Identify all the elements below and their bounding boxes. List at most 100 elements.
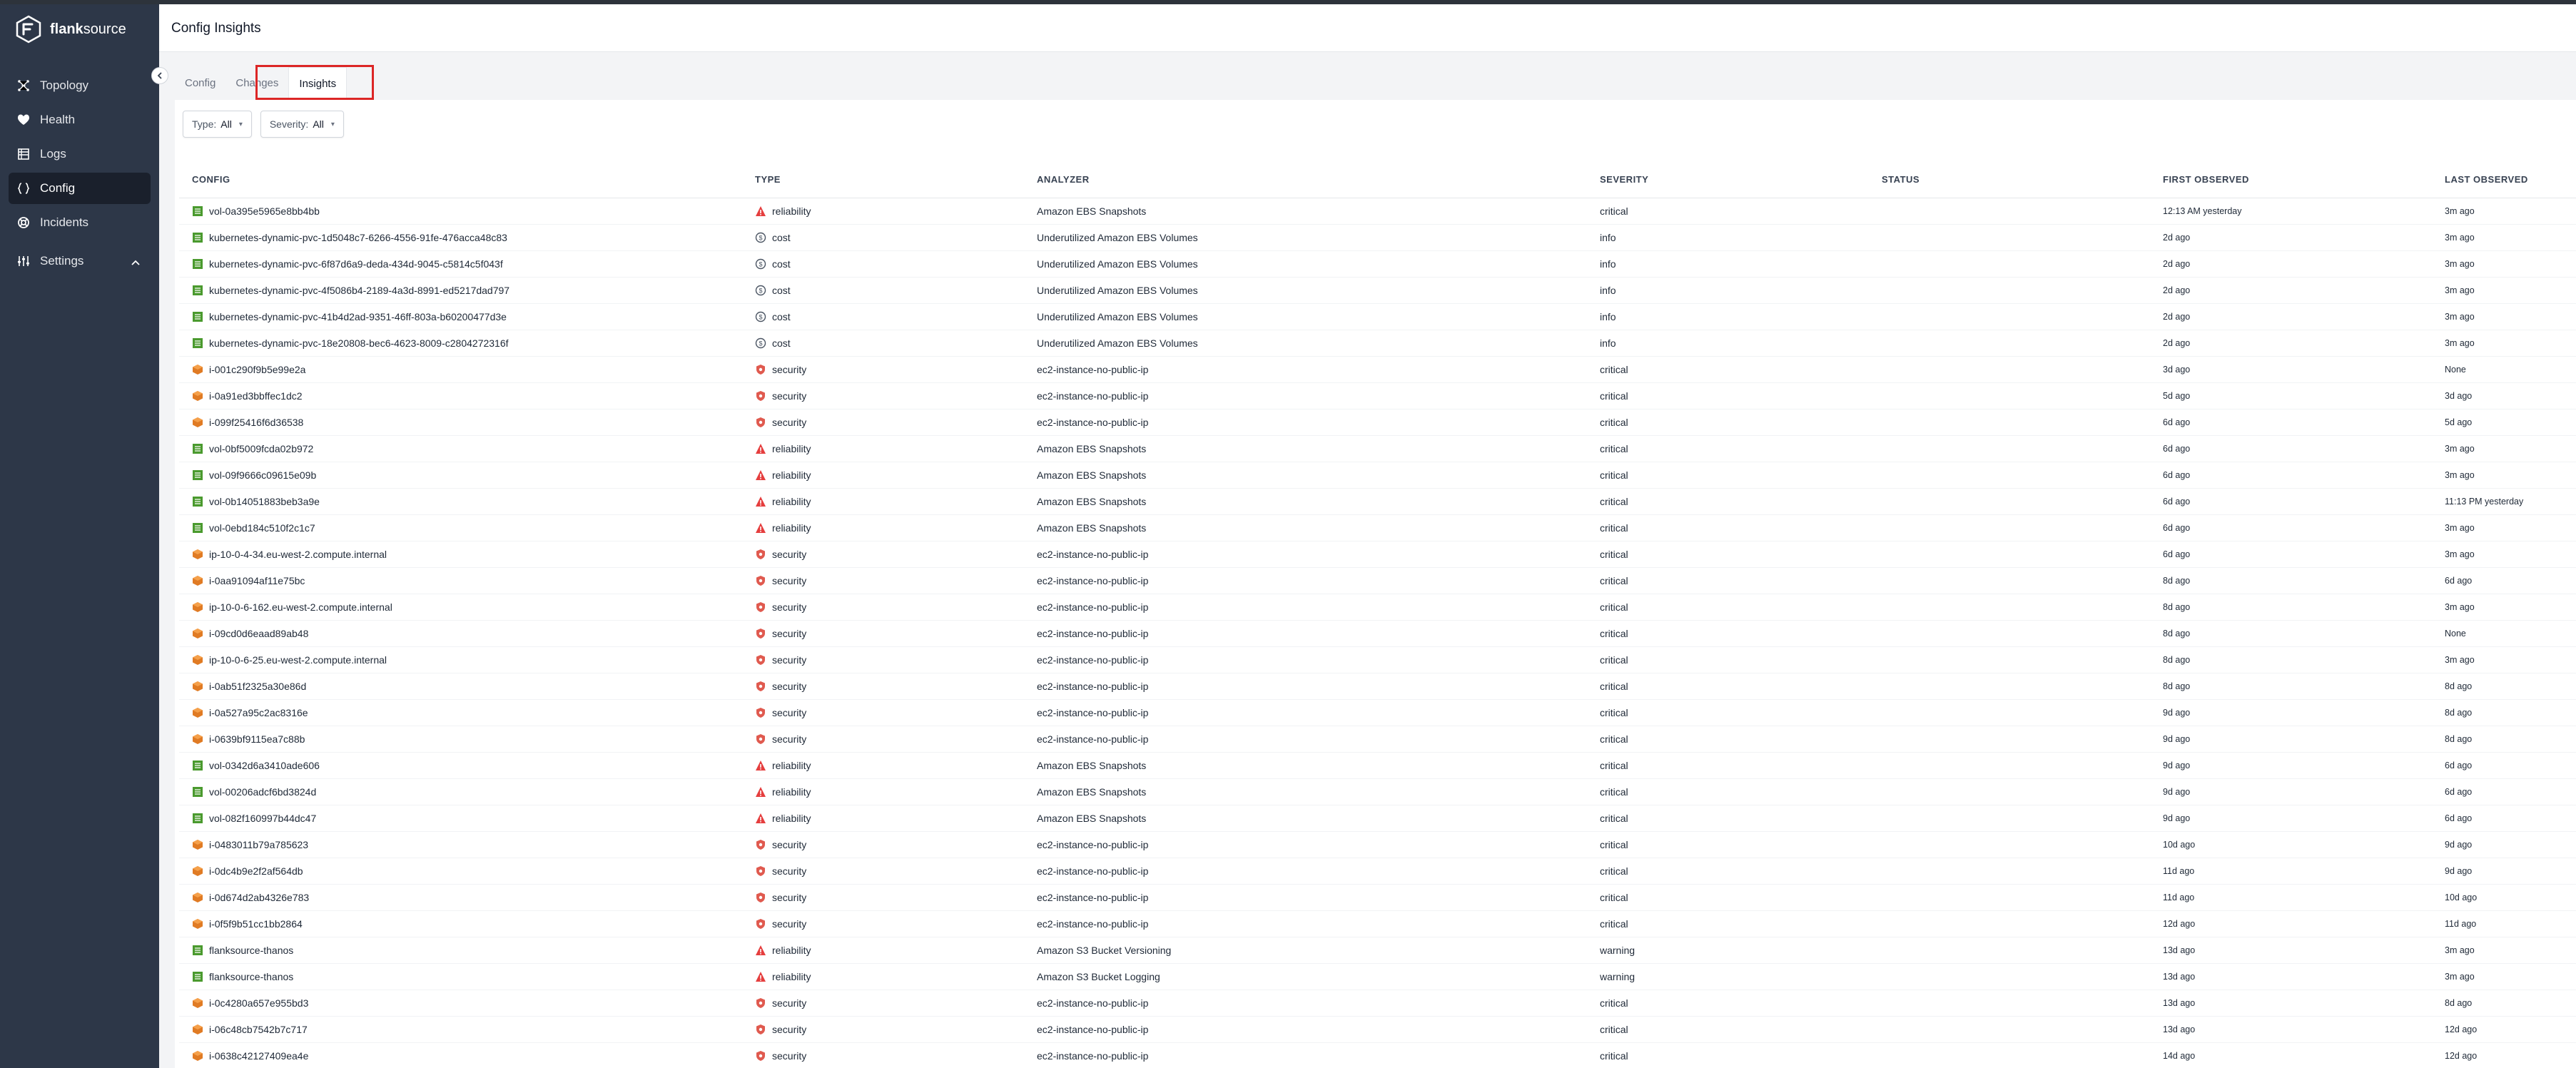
config-cell[interactable]: vol-082f160997b44dc47 — [179, 805, 742, 832]
last-observed-cell: 3m ago — [2432, 594, 2576, 621]
config-cell[interactable]: vol-0bf5009fcda02b972 — [179, 435, 742, 462]
severity-cell: critical — [1587, 409, 1869, 436]
chevron-up-icon[interactable] — [131, 255, 141, 270]
config-cell[interactable]: i-06c48cb7542b7c717 — [179, 1016, 742, 1043]
config-cell[interactable]: vol-0b14051883beb3a9e — [179, 488, 742, 515]
config-cell[interactable]: flanksource-thanos — [179, 937, 742, 964]
last-observed-cell: 8d ago — [2432, 990, 2576, 1017]
sidebar-item-topology[interactable]: Topology — [9, 70, 151, 101]
type-filter[interactable]: Type: All ▾ — [183, 111, 252, 138]
status-cell — [1869, 224, 2150, 251]
config-cell[interactable]: kubernetes-dynamic-pvc-1d5048c7-6266-455… — [179, 224, 742, 251]
table-row[interactable]: i-001c290f9b5e99e2a security ec2-instance-… — [179, 356, 2576, 383]
type-label: security — [772, 733, 807, 745]
column-header-analyzer[interactable]: ANALYZER — [1024, 161, 1587, 198]
table-row[interactable]: i-0a527a95c2ac8316e security ec2-instance-… — [179, 699, 2576, 726]
config-cell[interactable]: i-0a527a95c2ac8316e — [179, 699, 742, 726]
severity-filter[interactable]: Severity: All ▾ — [260, 111, 344, 138]
table-row[interactable]: i-0c4280a657e955bd3 security ec2-instance-… — [179, 990, 2576, 1017]
column-header-last-observed[interactable]: LAST OBSERVED — [2432, 161, 2576, 198]
table-row[interactable]: vol-0342d6a3410ade606 reliability Amazon E… — [179, 752, 2576, 779]
config-cell[interactable]: i-0639bf9115ea7c88b — [179, 726, 742, 753]
column-header-type[interactable]: TYPE — [742, 161, 1024, 198]
table-row[interactable]: vol-0a395e5965e8bb4bb reliability Amazon E… — [179, 198, 2576, 225]
table-row[interactable]: vol-00206adcf6bd3824d reliability Amazon E… — [179, 778, 2576, 805]
config-cell[interactable]: vol-0342d6a3410ade606 — [179, 752, 742, 779]
tab-changes[interactable]: Changes — [225, 67, 288, 100]
table-row[interactable]: i-0dc4b9e2f2af564db security ec2-instance-… — [179, 858, 2576, 885]
page-header: Config Insights — [159, 4, 2576, 52]
type-cell: $ cost — [742, 303, 1024, 330]
config-cell[interactable]: kubernetes-dynamic-pvc-41b4d2ad-9351-46f… — [179, 303, 742, 330]
table-row[interactable]: i-0483011b79a785623 security ec2-instance-… — [179, 831, 2576, 858]
table-row[interactable]: i-0aa91094af11e75bc security ec2-instance-… — [179, 567, 2576, 594]
table-row[interactable]: vol-0b14051883beb3a9e reliability Amazon E… — [179, 488, 2576, 515]
table-row[interactable]: i-099f25416f6d36538 security ec2-instance-… — [179, 409, 2576, 436]
sidebar-item-settings[interactable]: Settings — [9, 245, 151, 277]
sidebar-item-incidents[interactable]: Incidents — [9, 207, 151, 238]
config-cell[interactable]: i-0d674d2ab4326e783 — [179, 884, 742, 911]
column-header-config[interactable]: CONFIG — [179, 161, 742, 198]
config-cell[interactable]: ip-10-0-6-25.eu-west-2.compute.internal — [179, 646, 742, 673]
table-row[interactable]: vol-0ebd184c510f2c1c7 reliability Amazon E… — [179, 514, 2576, 541]
config-cell[interactable]: vol-0a395e5965e8bb4bb — [179, 198, 742, 225]
config-cell[interactable]: ip-10-0-4-34.eu-west-2.compute.internal — [179, 541, 742, 568]
config-cell[interactable]: i-0f5f9b51cc1bb2864 — [179, 910, 742, 937]
config-cell[interactable]: flanksource-thanos — [179, 963, 742, 990]
column-header-severity[interactable]: SEVERITY — [1587, 161, 1869, 198]
table-row[interactable]: kubernetes-dynamic-pvc-18e20808-bec6-462… — [179, 330, 2576, 357]
table-row[interactable]: i-06c48cb7542b7c717 security ec2-instance-… — [179, 1016, 2576, 1043]
logo[interactable]: flanksource — [0, 4, 159, 54]
config-cell[interactable]: i-099f25416f6d36538 — [179, 409, 742, 436]
type-cell: security — [742, 620, 1024, 647]
config-cell[interactable]: i-0ab51f2325a30e86d — [179, 673, 742, 700]
config-cell[interactable]: vol-0ebd184c510f2c1c7 — [179, 514, 742, 541]
config-cell[interactable]: vol-00206adcf6bd3824d — [179, 778, 742, 805]
config-cell[interactable]: i-09cd0d6eaad89ab48 — [179, 620, 742, 647]
tab-insights[interactable]: Insights — [288, 67, 348, 101]
warning-triangle-icon — [755, 443, 766, 454]
config-cell[interactable]: i-0dc4b9e2f2af564db — [179, 858, 742, 885]
config-cell[interactable]: i-0aa91094af11e75bc — [179, 567, 742, 594]
config-cell[interactable]: ip-10-0-6-162.eu-west-2.compute.internal — [179, 594, 742, 621]
column-header-status[interactable]: STATUS — [1869, 161, 2150, 198]
config-cell[interactable]: kubernetes-dynamic-pvc-18e20808-bec6-462… — [179, 330, 742, 357]
table-row[interactable]: ip-10-0-6-25.eu-west-2.compute.internal s… — [179, 646, 2576, 673]
sidebar-item-logs[interactable]: Logs — [9, 138, 151, 170]
warning-triangle-icon — [755, 205, 766, 217]
table-row[interactable]: flanksource-thanos reliability Amazon S3 B… — [179, 937, 2576, 964]
config-cell[interactable]: kubernetes-dynamic-pvc-6f87d6a9-deda-434… — [179, 250, 742, 278]
config-cell[interactable]: i-001c290f9b5e99e2a — [179, 356, 742, 383]
table-row[interactable]: i-0ab51f2325a30e86d security ec2-instance-… — [179, 673, 2576, 700]
table-row[interactable]: kubernetes-dynamic-pvc-1d5048c7-6266-455… — [179, 224, 2576, 251]
table-row[interactable]: vol-082f160997b44dc47 reliability Amazon E… — [179, 805, 2576, 832]
config-cell[interactable]: i-0638c42127409ea4e — [179, 1042, 742, 1068]
table-row[interactable]: i-0638c42127409ea4e security ec2-instance-… — [179, 1042, 2576, 1068]
table-row[interactable]: i-0d674d2ab4326e783 security ec2-instance-… — [179, 884, 2576, 911]
table-row[interactable]: i-0a91ed3bbffec1dc2 security ec2-instance-… — [179, 382, 2576, 410]
table-row[interactable]: flanksource-thanos reliability Amazon S3 B… — [179, 963, 2576, 990]
config-cell[interactable]: i-0c4280a657e955bd3 — [179, 990, 742, 1017]
status-cell — [1869, 514, 2150, 541]
table-row[interactable]: i-0f5f9b51cc1bb2864 security ec2-instance-… — [179, 910, 2576, 937]
config-cell[interactable]: vol-09f9666c09615e09b — [179, 462, 742, 489]
config-cell[interactable]: i-0a91ed3bbffec1dc2 — [179, 382, 742, 410]
table-row[interactable]: kubernetes-dynamic-pvc-4f5086b4-2189-4a3… — [179, 277, 2576, 304]
topology-icon — [16, 78, 31, 93]
table-row[interactable]: ip-10-0-4-34.eu-west-2.compute.internal s… — [179, 541, 2576, 568]
config-cell[interactable]: kubernetes-dynamic-pvc-4f5086b4-2189-4a3… — [179, 277, 742, 304]
table-row[interactable]: i-09cd0d6eaad89ab48 security ec2-instance-… — [179, 620, 2576, 647]
table-row[interactable]: vol-0bf5009fcda02b972 reliability Amazon E… — [179, 435, 2576, 462]
collapse-sidebar-button[interactable] — [151, 67, 168, 84]
table-row[interactable]: i-0639bf9115ea7c88b security ec2-instance-… — [179, 726, 2576, 753]
tab-config[interactable]: Config — [175, 67, 225, 100]
table-row[interactable]: vol-09f9666c09615e09b reliability Amazon E… — [179, 462, 2576, 489]
column-header-first-observed[interactable]: FIRST OBSERVED — [2150, 161, 2432, 198]
table-row[interactable]: kubernetes-dynamic-pvc-41b4d2ad-9351-46f… — [179, 303, 2576, 330]
table-row[interactable]: ip-10-0-6-162.eu-west-2.compute.internal… — [179, 594, 2576, 621]
sidebar-item-health[interactable]: Health — [9, 104, 151, 136]
first-observed-cell: 6d ago — [2150, 462, 2432, 489]
sidebar-item-config[interactable]: Config — [9, 173, 151, 204]
table-row[interactable]: kubernetes-dynamic-pvc-6f87d6a9-deda-434… — [179, 250, 2576, 278]
config-cell[interactable]: i-0483011b79a785623 — [179, 831, 742, 858]
